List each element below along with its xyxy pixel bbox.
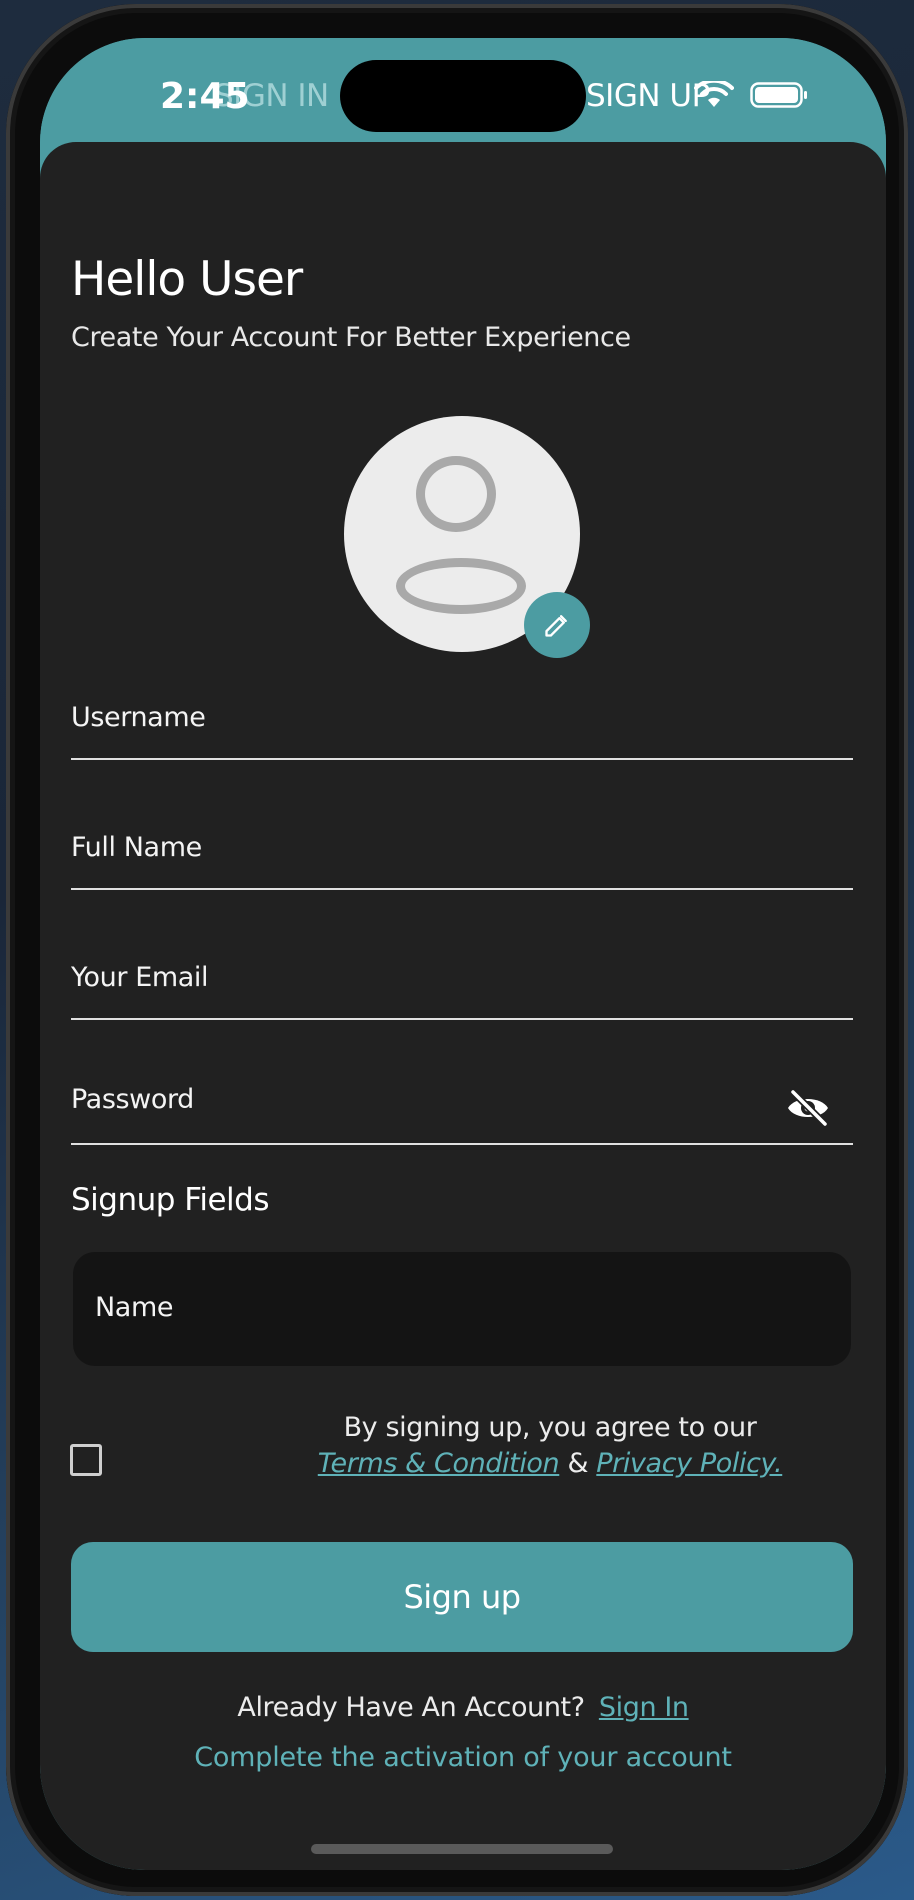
sign-up-button-label: Sign up — [403, 1578, 521, 1616]
sign-up-button[interactable]: Sign up — [71, 1542, 853, 1652]
phone-frame: SIGN IN SIGN UP 2:45 Hello User Create Y… — [6, 4, 908, 1896]
email-field[interactable]: Your Email — [71, 962, 853, 1020]
terms-condition-link[interactable]: Terms & Condition — [318, 1448, 560, 1479]
pencil-icon — [545, 615, 567, 637]
full-name-label: Full Name — [71, 832, 202, 863]
already-account-text: Already Have An Account? — [237, 1692, 585, 1723]
activation-link[interactable]: Complete the activation of your account — [40, 1742, 886, 1773]
full-name-field[interactable]: Full Name — [71, 832, 853, 890]
avatar-placeholder-body — [396, 558, 526, 614]
signup-fields-title: Signup Fields — [71, 1182, 270, 1218]
eye-off-icon[interactable] — [785, 1088, 831, 1128]
terms-checkbox[interactable] — [70, 1444, 102, 1476]
form-sheet: Hello User Create Your Account For Bette… — [40, 142, 886, 1870]
home-indicator — [311, 1844, 613, 1854]
username-field[interactable]: Username — [71, 702, 853, 760]
username-label: Username — [71, 702, 206, 733]
battery-icon — [750, 82, 807, 108]
terms-links-row: Terms & Condition & Privacy Policy. — [170, 1448, 886, 1479]
password-label: Password — [71, 1084, 194, 1115]
tab-sign-up[interactable]: SIGN UP — [586, 78, 710, 114]
email-label: Your Email — [71, 962, 209, 993]
already-account-row: Already Have An Account? Sign In — [40, 1692, 886, 1723]
app-screen: SIGN IN SIGN UP 2:45 Hello User Create Y… — [40, 38, 886, 1870]
page-title: Hello User — [71, 252, 303, 307]
sign-in-link[interactable]: Sign In — [599, 1692, 689, 1723]
password-field[interactable]: Password — [71, 1074, 853, 1145]
terms-text: By signing up, you agree to our — [343, 1412, 757, 1443]
status-time: 2:45 — [160, 76, 250, 117]
name-input-label: Name — [95, 1292, 174, 1323]
wifi-icon — [694, 81, 734, 107]
privacy-policy-link[interactable]: Privacy Policy. — [596, 1448, 782, 1479]
edit-avatar-button[interactable] — [524, 592, 590, 658]
page-subtitle: Create Your Account For Better Experienc… — [71, 322, 631, 353]
avatar-placeholder-icon — [416, 456, 496, 532]
terms-separator: & — [559, 1448, 597, 1479]
name-input[interactable]: Name — [73, 1252, 851, 1366]
dynamic-island — [340, 60, 586, 132]
